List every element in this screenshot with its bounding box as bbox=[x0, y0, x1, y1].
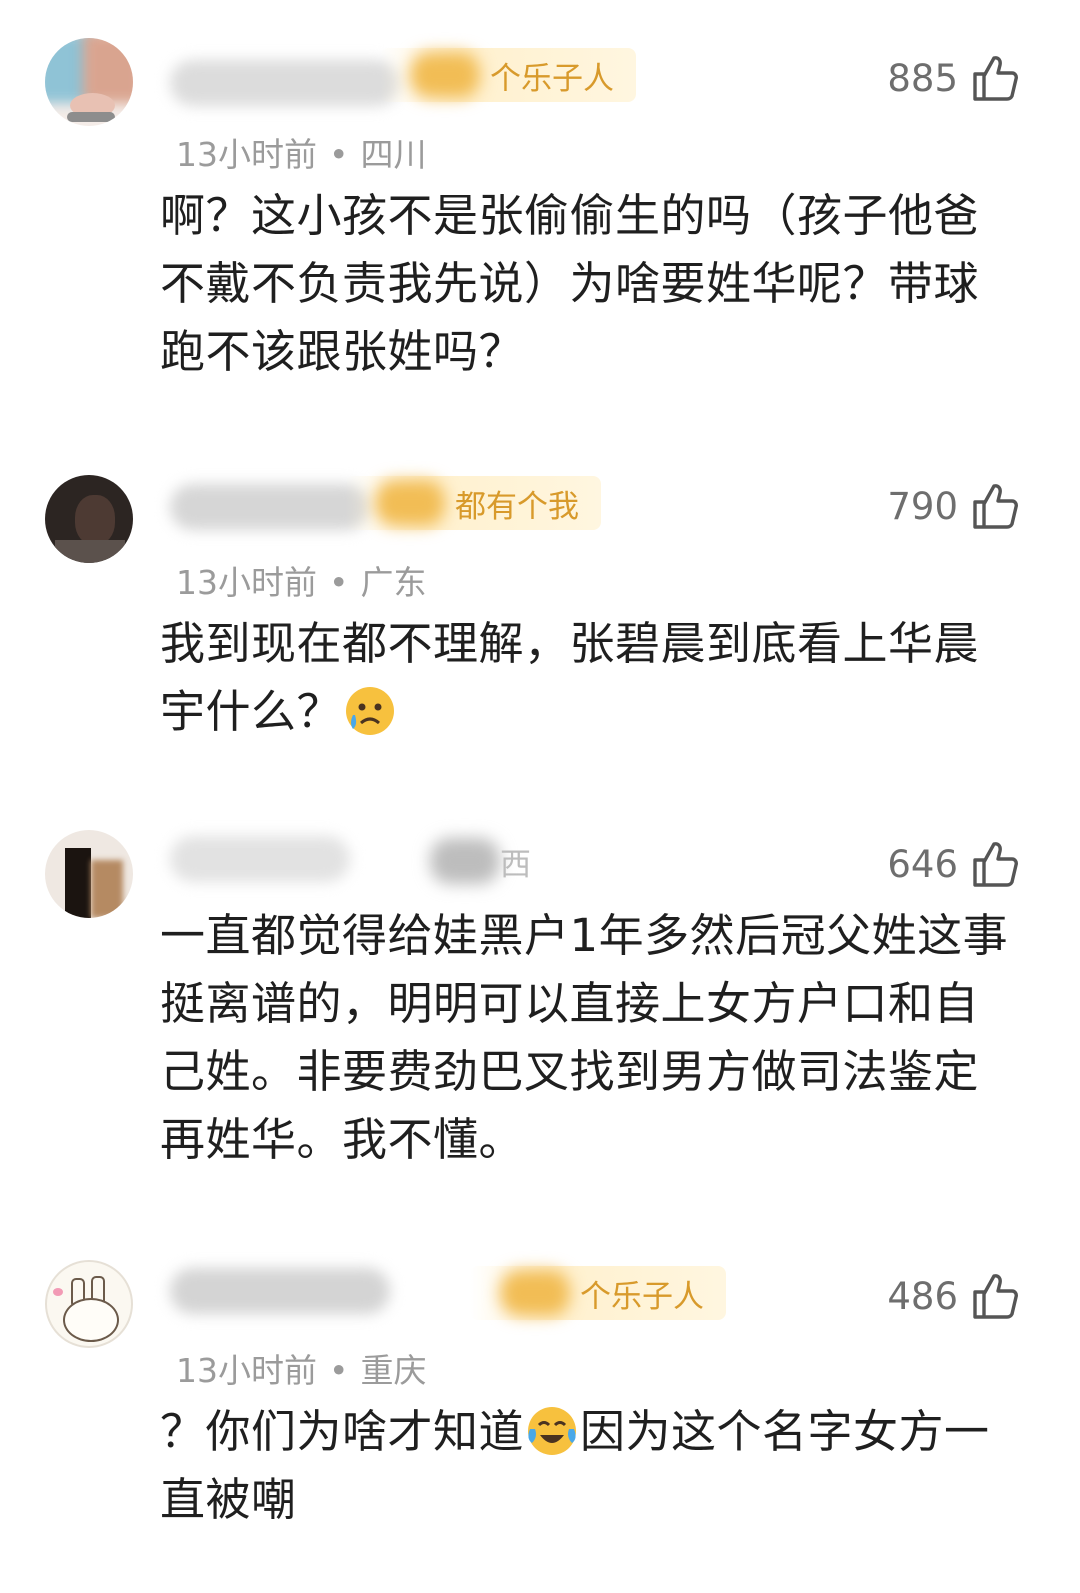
comment-item: 个乐子人 885 13小时前 • 四川 啊？这小孩不是张偷偷生的吗（孩子他爸不戴不负… bbox=[0, 0, 1080, 420]
comment-text-part: 我到现在都不理解，张碧晨到底看上华晨宇什么？ bbox=[160, 617, 980, 738]
comment-text: ？你们为啥才知道 因为这个名字女方一直被嘲 bbox=[160, 1398, 1020, 1534]
comment-item: 个乐子人 486 13小时前 • 重庆 ？你们为啥才知道 因为这个名字女方一直被嘲 bbox=[0, 1220, 1080, 1593]
like-button[interactable]: 885 bbox=[880, 48, 1030, 108]
user-avatar[interactable] bbox=[45, 1260, 133, 1348]
user-avatar[interactable] bbox=[45, 830, 133, 918]
tears-of-joy-face-icon bbox=[526, 1405, 578, 1457]
username-redacted[interactable] bbox=[170, 484, 370, 530]
comment-text: 我到现在都不理解，张碧晨到底看上华晨宇什么？ bbox=[160, 610, 1020, 746]
like-button[interactable]: 790 bbox=[880, 476, 1030, 536]
like-button[interactable]: 486 bbox=[880, 1266, 1030, 1326]
badge-label: 个乐子人 bbox=[580, 1278, 704, 1315]
like-count: 790 bbox=[887, 484, 958, 528]
like-count: 486 bbox=[887, 1274, 958, 1318]
badge-icon bbox=[375, 480, 445, 526]
comment-meta: 13小时前 • 重庆 bbox=[176, 1344, 426, 1392]
timestamp: 13小时前 bbox=[176, 563, 317, 602]
comment-text: 一直都觉得给娃黑户1年多然后冠父姓这事挺离谱的，明明可以直接上女方户口和自己姓。… bbox=[160, 909, 1009, 1166]
comment-item: 西 646 一直都觉得给娃黑户1年多然后冠父姓这事挺离谱的，明明可以直接上女方户… bbox=[0, 800, 1080, 1220]
badge-label: 都有个我 bbox=[455, 488, 579, 525]
like-count: 646 bbox=[887, 842, 958, 886]
meta-separator: • bbox=[329, 135, 349, 174]
thumbs-up-icon bbox=[972, 54, 1018, 102]
badge-icon bbox=[430, 838, 500, 884]
user-badge: 都有个我 bbox=[345, 476, 601, 530]
timestamp: 13小时前 bbox=[176, 1351, 317, 1390]
user-badge: 个乐子人 bbox=[470, 1266, 726, 1320]
badge-icon bbox=[410, 52, 480, 98]
comment-meta: 13小时前 • 四川 bbox=[176, 128, 426, 176]
meta-separator: • bbox=[329, 1351, 349, 1390]
username-redacted[interactable] bbox=[170, 836, 350, 882]
thumbs-up-icon bbox=[972, 482, 1018, 530]
like-button[interactable]: 646 bbox=[880, 834, 1030, 894]
user-avatar[interactable] bbox=[45, 38, 133, 126]
timestamp: 13小时前 bbox=[176, 135, 317, 174]
location: 重庆 bbox=[360, 1351, 427, 1390]
comment-text-part: ？你们为啥才知道 bbox=[160, 1405, 525, 1458]
sad-tear-face-icon bbox=[344, 685, 396, 737]
thumbs-up-icon bbox=[972, 840, 1018, 888]
user-badge: 西 bbox=[400, 834, 553, 888]
user-badge: 个乐子人 bbox=[380, 48, 636, 102]
comment-text: 啊？这小孩不是张偷偷生的吗（孩子他爸不戴不负责我先说）为啥要姓华呢？带球跑不该跟… bbox=[160, 189, 980, 378]
comment-item: 都有个我 790 13小时前 • 广东 我到现在都不理解，张碧晨到底看上华晨宇什么？ bbox=[0, 420, 1080, 800]
like-count: 885 bbox=[887, 56, 958, 100]
thumbs-up-icon bbox=[972, 1272, 1018, 1320]
user-avatar[interactable] bbox=[45, 475, 133, 563]
badge-label: 个乐子人 bbox=[490, 60, 614, 97]
comment-meta: 13小时前 • 广东 bbox=[176, 556, 426, 604]
location: 广东 bbox=[360, 563, 427, 602]
location: 四川 bbox=[360, 135, 427, 174]
username-redacted[interactable] bbox=[170, 1268, 390, 1314]
badge-icon bbox=[500, 1270, 570, 1316]
username-redacted[interactable] bbox=[170, 60, 400, 106]
meta-separator: • bbox=[329, 563, 349, 602]
badge-label: 西 bbox=[500, 846, 531, 883]
